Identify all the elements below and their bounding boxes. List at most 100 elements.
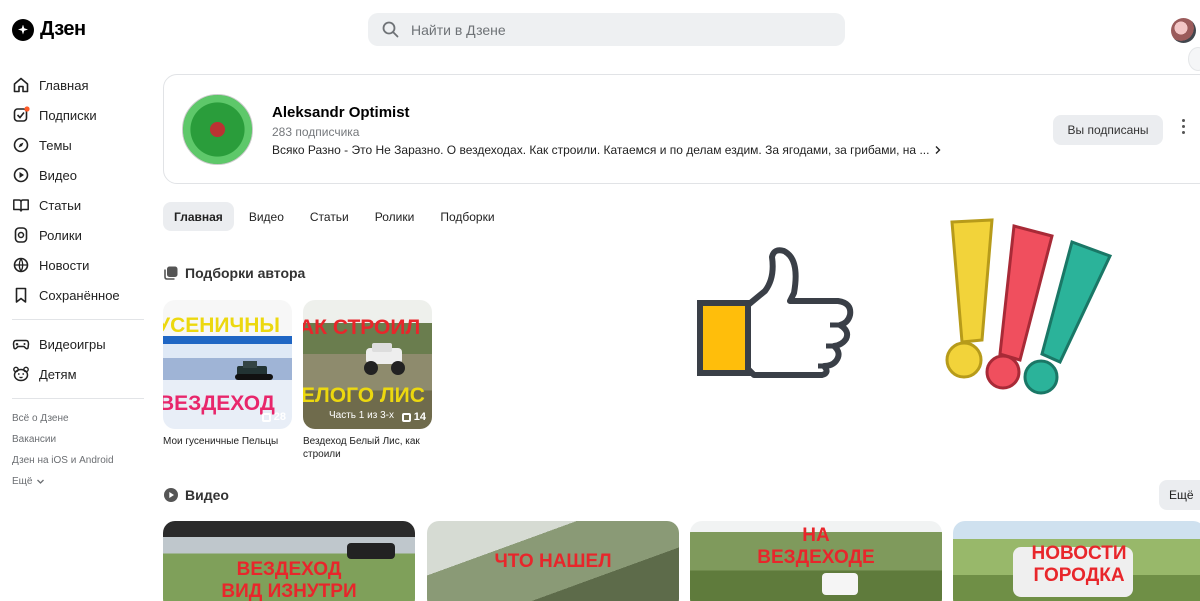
exclamation-marks-icon — [945, 218, 1113, 395]
search-input[interactable] — [411, 21, 811, 38]
dzen-logo[interactable]: Дзен — [12, 18, 86, 41]
collection-count-value: 14 — [413, 411, 426, 423]
footer-link-more[interactable]: Ещё — [12, 471, 152, 492]
collection-card[interactable]: УСЕНИЧНЫ ВЕЗДЕХОД 28 Мои гусеничные Пель… — [163, 300, 292, 448]
bear-icon — [13, 366, 29, 382]
video-vehicle — [822, 573, 858, 595]
sidebar-item-label: Главная — [39, 77, 89, 93]
collections-icon — [164, 266, 178, 280]
sidebar-item-home[interactable]: Главная — [12, 70, 152, 100]
sidebar-item-articles[interactable]: Статьи — [12, 190, 152, 220]
video-card[interactable]: ЧТО НАШЕЛ — [427, 521, 679, 601]
sidebar-item-label: Ролики — [39, 227, 82, 243]
home-icon — [13, 77, 29, 93]
user-avatar[interactable] — [1171, 18, 1196, 43]
chevron-down-icon — [37, 479, 45, 484]
sidebar-item-saved[interactable]: Сохранённое — [12, 280, 152, 310]
vehicle-icon — [235, 361, 273, 380]
collection-card[interactable]: АК СТРОИЛ ЕЛОГО ЛИС Часть 1 из 3-х 14 Ве… — [303, 300, 432, 461]
sidebar-divider — [12, 398, 144, 399]
thumbs-up-icon — [697, 247, 854, 378]
video-overlay-text: НОВОСТИ ГОРОДКА — [1031, 543, 1127, 586]
sidebar-item-label: Новости — [39, 257, 90, 273]
footer-more-label: Ещё — [12, 476, 33, 487]
video-overlay-text: НА ВЕЗДЕХОДЕ — [757, 525, 875, 568]
compass-icon — [13, 137, 29, 153]
footer-link-apps[interactable]: Дзен на iOS и Android — [12, 450, 152, 471]
video-play-icon — [164, 488, 178, 502]
logo-text: Дзен — [40, 18, 86, 40]
collection-thumbnail[interactable]: АК СТРОИЛ ЕЛОГО ЛИС Часть 1 из 3-х 14 — [303, 300, 432, 429]
channel-card: Aleksandr Optimist 283 подписчика Всяко … — [163, 74, 1200, 184]
play-icon — [13, 167, 29, 183]
stack-icon — [401, 412, 411, 422]
video-overlay-text: ВЕЗДЕХОД ВИД ИЗНУТРИ — [221, 559, 357, 601]
sidebar-item-label: Видеоигры — [39, 336, 106, 352]
sidebar-item-label: Темы — [39, 137, 72, 153]
more-options-icon[interactable] — [1176, 119, 1190, 139]
collection-overlay-top: АК СТРОИЛ — [303, 316, 421, 339]
sidebar-item-clips[interactable]: Ролики — [12, 220, 152, 250]
channel-tabs: Главная Видео Статьи Ролики Подборки — [163, 202, 506, 231]
channel-description-text: Всяко Разно - Это Не Заразно. О вездеход… — [272, 143, 930, 157]
collections-title: Подборки автора — [185, 265, 306, 281]
video-card[interactable]: ВЕЗДЕХОД ВИД ИЗНУТРИ — [163, 521, 415, 601]
collection-count: 14 — [401, 411, 426, 423]
collection-title[interactable]: Вездеход Белый Лис, как строили — [303, 435, 432, 461]
sidebar-item-kids[interactable]: Детям — [12, 359, 152, 389]
sidebar-item-label: Статьи — [39, 197, 82, 213]
video-overlay-text: ЧТО НАШЕЛ — [494, 551, 612, 572]
vehicle-icon — [364, 343, 405, 375]
tab-articles[interactable]: Статьи — [299, 202, 360, 231]
sidebar-nav: Главная Подписки Темы Видео Статьи Ролик… — [12, 70, 152, 492]
video-card[interactable]: НА ВЕЗДЕХОДЕ — [690, 521, 942, 601]
collection-thumbnail[interactable]: УСЕНИЧНЫ ВЕЗДЕХОД 28 — [163, 300, 292, 429]
collection-overlay-bottom: ЕЛОГО ЛИС — [303, 384, 425, 407]
channel-name[interactable]: Aleksandr Optimist — [272, 104, 410, 121]
sidebar-item-subscriptions[interactable]: Подписки — [12, 100, 152, 130]
videos-title: Видео — [185, 487, 229, 503]
subscribed-button[interactable]: Вы подписаны — [1053, 115, 1163, 145]
sidebar-item-label: Видео — [39, 167, 77, 183]
bookmark-icon — [15, 287, 27, 303]
videos-more-button[interactable]: Ещё — [1159, 480, 1200, 510]
tab-video[interactable]: Видео — [238, 202, 295, 231]
chevron-right-icon — [935, 146, 941, 154]
sidebar-item-label: Детям — [39, 366, 77, 382]
footer-link-about[interactable]: Всё о Дзене — [12, 408, 152, 429]
collections-heading: Подборки автора — [163, 265, 305, 281]
collection-overlay-bottom: ВЕЗДЕХОД — [163, 392, 275, 415]
channel-avatar[interactable] — [182, 94, 253, 165]
tab-collections[interactable]: Подборки — [429, 202, 505, 231]
footer-link-jobs[interactable]: Вакансии — [12, 429, 152, 450]
news-icon — [13, 257, 29, 273]
book-icon — [13, 199, 29, 212]
videos-heading: Видео — [163, 487, 229, 503]
sidebar-item-topics[interactable]: Темы — [12, 130, 152, 160]
sidebar-divider — [12, 319, 144, 320]
sidebar-item-label: Подписки — [39, 107, 97, 123]
collection-count-value: 28 — [273, 411, 286, 423]
scroll-handle[interactable] — [1188, 47, 1200, 71]
sidebar-item-news[interactable]: Новости — [12, 250, 152, 280]
collection-overlay-top: УСЕНИЧНЫ — [163, 314, 280, 337]
sidebar-item-label: Сохранённое — [39, 287, 120, 303]
collection-overlay-small: Часть 1 из 3-х — [329, 410, 394, 421]
channel-subscribers: 283 подписчика — [272, 125, 360, 139]
channel-description[interactable]: Всяко Разно - Это Не Заразно. О вездеход… — [272, 143, 942, 157]
search-icon — [382, 21, 399, 38]
gamepad-icon — [12, 339, 30, 350]
collection-count: 28 — [261, 411, 286, 423]
video-mirror — [347, 543, 395, 559]
subscriptions-icon — [13, 106, 30, 122]
sidebar-item-videogames[interactable]: Видеоигры — [12, 329, 152, 359]
tab-main[interactable]: Главная — [163, 202, 234, 231]
collection-title[interactable]: Мои гусеничные Пельцы — [163, 435, 292, 448]
dzen-star-icon — [12, 18, 34, 41]
clip-icon — [14, 227, 28, 243]
video-card[interactable]: НОВОСТИ ГОРОДКА — [953, 521, 1200, 601]
stack-icon — [261, 412, 271, 422]
tab-clips[interactable]: Ролики — [364, 202, 426, 231]
sidebar-item-video[interactable]: Видео — [12, 160, 152, 190]
search-bar[interactable] — [368, 13, 845, 46]
